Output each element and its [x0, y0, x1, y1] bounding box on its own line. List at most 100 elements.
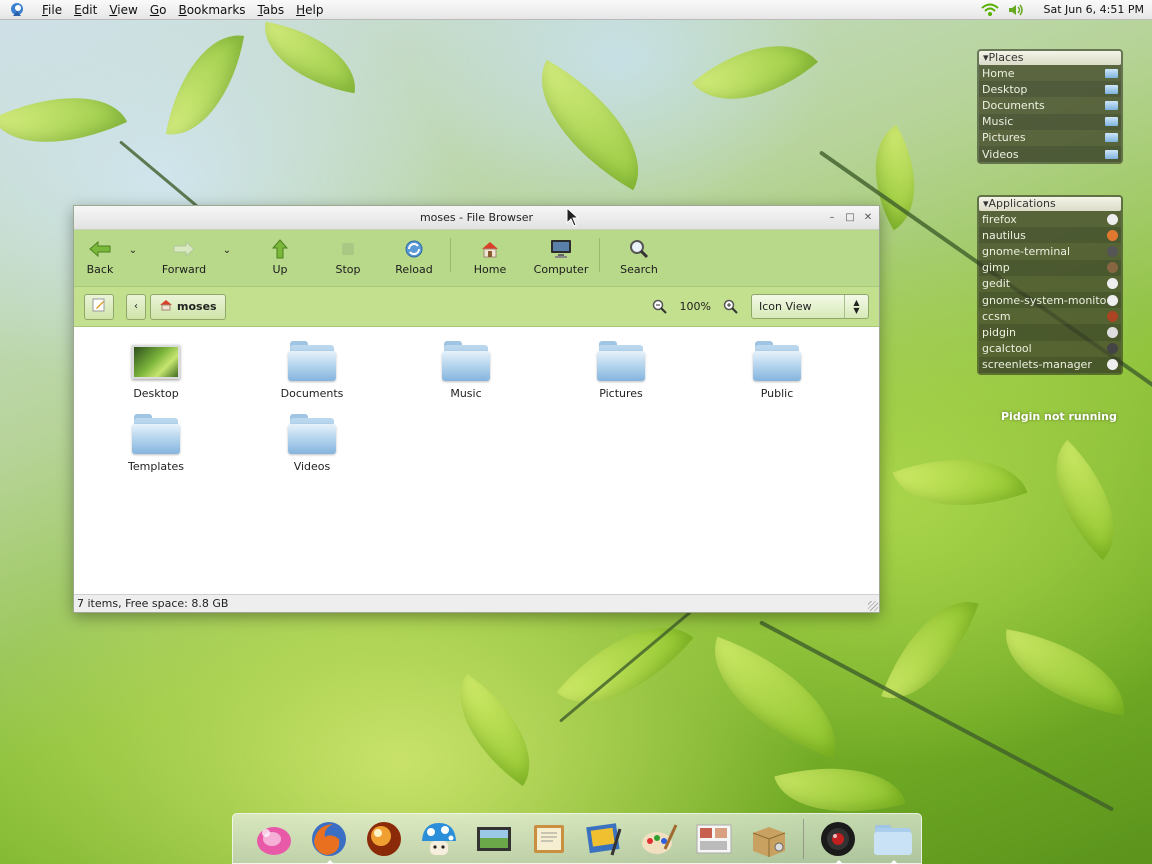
wallpaper-leaf [892, 431, 1028, 534]
file-icon-view: Desktop Documents Music Pictures Public Templ… [74, 328, 879, 596]
places-item-label: Music [982, 115, 1014, 129]
volume-icon[interactable] [1003, 0, 1029, 20]
menu-tabs[interactable]: Tabs [252, 3, 291, 17]
reload-label: Reload [395, 263, 433, 276]
clock[interactable]: Sat Jun 6, 4:51 PM [1029, 3, 1152, 16]
file-item-label: Music [450, 387, 482, 400]
reload-button[interactable]: Reload [386, 238, 442, 276]
select-arrows-icon: ▲ ▼ [844, 295, 868, 318]
zoom-control: 100% [652, 299, 739, 315]
status-bar: 7 items, Free space: 8.8 GB [74, 594, 879, 612]
menu-edit[interactable]: Edit [68, 3, 103, 17]
application-item-ccsm[interactable]: ccsm [979, 308, 1121, 325]
breadcrumb-scroll-left-button[interactable]: ‹ [126, 293, 146, 320]
window-titlebar[interactable]: moses - File Browser – □ ✕ [74, 206, 879, 230]
wireless-icon[interactable] [977, 0, 1003, 20]
home-icon [479, 238, 501, 260]
minimize-button[interactable]: – [827, 213, 837, 223]
folder-icon [288, 341, 336, 381]
file-item-desktop[interactable]: Desktop [96, 341, 216, 400]
home-button[interactable]: Home [465, 238, 515, 276]
application-item-firefox[interactable]: firefox [979, 211, 1121, 228]
wallpaper-leaf [511, 59, 669, 191]
places-item-pictures[interactable]: Pictures [979, 129, 1121, 146]
dock-folder-icon[interactable] [870, 817, 916, 864]
places-item-label: Videos [982, 147, 1019, 161]
menu-help[interactable]: Help [290, 3, 329, 17]
firefox-icon [1107, 213, 1118, 225]
forward-history-chevron-icon[interactable]: ⌄ [220, 238, 234, 262]
distro-logo-icon[interactable] [8, 2, 26, 17]
application-item-nautilus[interactable]: nautilus [979, 227, 1121, 244]
computer-button[interactable]: Computer [531, 238, 591, 276]
places-header[interactable]: ▾Places [979, 51, 1121, 65]
zoom-in-icon[interactable] [723, 299, 739, 315]
gnome-terminal-icon [1107, 245, 1118, 257]
application-item-label: ccsm [982, 309, 1011, 323]
places-item-videos[interactable]: Videos [979, 145, 1121, 163]
file-item-music[interactable]: Music [406, 341, 526, 400]
running-indicator [326, 859, 334, 864]
application-item-gnome-system-monitor[interactable]: gnome-system-monitor [979, 291, 1121, 309]
file-item-public[interactable]: Public [717, 341, 837, 400]
applications-screenlet: ▾Applications firefox nautilus gnome-termi… [977, 195, 1123, 375]
menu-view[interactable]: View [103, 3, 143, 17]
menu-bookmarks[interactable]: Bookmarks [172, 3, 251, 17]
application-item-gcalctool[interactable]: gcalctool [979, 340, 1121, 357]
dock-image-editor-icon[interactable] [581, 817, 627, 861]
menu-go[interactable]: Go [144, 3, 173, 17]
application-item-gimp[interactable]: gimp [979, 259, 1121, 276]
search-button[interactable]: Search [614, 238, 664, 276]
dock-mushroom-icon[interactable] [416, 817, 462, 861]
dock-photo-booth-icon[interactable] [691, 817, 737, 861]
zoom-level[interactable]: 100% [680, 300, 711, 313]
file-item-documents[interactable]: Documents [252, 341, 372, 400]
folder-icon [1105, 100, 1118, 110]
dock-firefox-icon[interactable] [306, 817, 352, 864]
file-item-templates[interactable]: Templates [96, 414, 216, 473]
view-mode-select[interactable]: Icon View ▲ ▼ [751, 294, 869, 319]
places-item-home[interactable]: Home [979, 65, 1121, 82]
breadcrumb-moses[interactable]: moses [150, 293, 226, 320]
wallpaper-leaf [1024, 439, 1146, 561]
folder-icon [1105, 84, 1118, 94]
places-item-desktop[interactable]: Desktop [979, 81, 1121, 98]
wallpaper-leaf [432, 673, 558, 787]
places-item-documents[interactable]: Documents [979, 97, 1121, 114]
places-item-music[interactable]: Music [979, 113, 1121, 130]
reload-icon [403, 238, 425, 260]
toggle-location-entry-button[interactable] [84, 293, 114, 320]
resize-grip[interactable] [868, 601, 878, 611]
application-item-gnome-terminal[interactable]: gnome-terminal [979, 243, 1121, 260]
application-item-screenlets-manager[interactable]: screenlets-manager [979, 356, 1121, 373]
application-item-gedit[interactable]: gedit [979, 275, 1121, 292]
file-item-videos[interactable]: Videos [252, 414, 372, 473]
back-arrow-icon [89, 238, 111, 260]
close-button[interactable]: ✕ [863, 213, 873, 223]
stop-button[interactable]: Stop [322, 238, 374, 276]
zoom-out-icon[interactable] [652, 299, 668, 315]
menu-file[interactable]: File [36, 3, 68, 17]
maximize-button[interactable]: □ [845, 213, 855, 223]
screenlets-manager-icon [1107, 359, 1118, 371]
toolbar: Back ⌄ Forward ⌄ Up Stop Reload Home Com… [74, 230, 879, 287]
application-item-label: pidgin [982, 325, 1017, 339]
dock-compiz-orb-icon[interactable] [361, 817, 407, 861]
file-item-label: Pictures [599, 387, 643, 400]
dock-photo-viewer-icon[interactable] [471, 817, 517, 861]
forward-button[interactable]: Forward [148, 238, 220, 276]
dock-notebook-icon[interactable] [526, 817, 572, 861]
dock-screenlets-icon[interactable] [251, 817, 297, 861]
running-indicator [835, 859, 843, 864]
dock-paint-palette-icon[interactable] [636, 817, 682, 861]
folder-icon [442, 341, 490, 381]
file-item-pictures[interactable]: Pictures [561, 341, 681, 400]
applications-header[interactable]: ▾Applications [979, 197, 1121, 211]
dock [232, 813, 922, 864]
dock-box-and-tools-icon[interactable] [746, 817, 792, 861]
back-history-chevron-icon[interactable]: ⌄ [126, 238, 140, 262]
up-button[interactable]: Up [254, 238, 306, 276]
dock-camera-lens-icon[interactable] [815, 817, 861, 864]
application-item-pidgin[interactable]: pidgin [979, 324, 1121, 341]
back-button[interactable]: Back [74, 238, 126, 276]
